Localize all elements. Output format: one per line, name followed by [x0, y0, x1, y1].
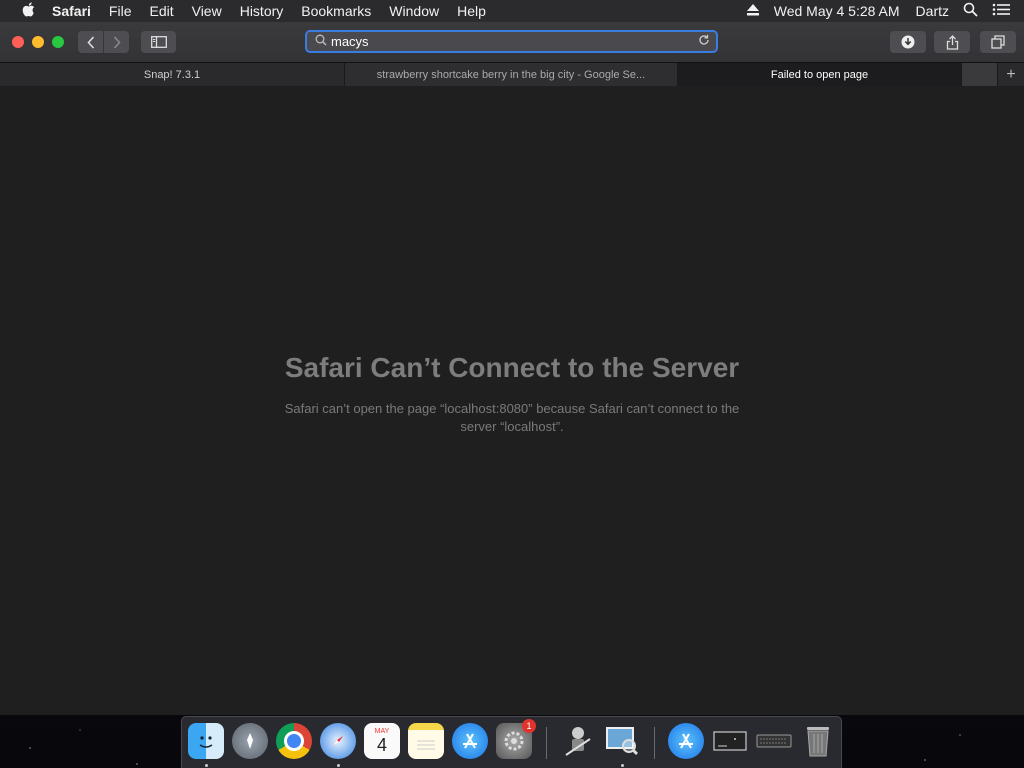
menu-help[interactable]: Help [457, 3, 486, 19]
dock-separator [546, 727, 547, 759]
finder-icon[interactable] [188, 723, 224, 759]
share-icon [946, 34, 958, 50]
safari-icon[interactable] [320, 723, 356, 759]
safari-running-dot [337, 764, 340, 767]
notes-icon[interactable] [408, 723, 444, 759]
tab-label: Snap! 7.3.1 [143, 68, 201, 81]
preview-icon[interactable] [604, 723, 640, 759]
automator-icon[interactable] [560, 723, 596, 759]
back-button[interactable] [78, 31, 103, 53]
apple-menu-icon[interactable] [18, 1, 38, 21]
forward-button[interactable] [104, 31, 129, 53]
plus-icon: + [1006, 65, 1016, 83]
tab-blank[interactable] [962, 63, 998, 86]
tab-label: Failed to open page [770, 68, 869, 81]
menubar-user[interactable]: Dartz [916, 3, 949, 19]
app-store-downloads-icon[interactable] [668, 723, 704, 759]
spotlight-icon[interactable] [963, 2, 978, 20]
calendar-day: 4 [376, 735, 387, 755]
tab-overview-button[interactable] [980, 31, 1016, 53]
sidebar-toggle-button[interactable] [141, 31, 176, 53]
calendar-month: MAY [374, 728, 390, 735]
menu-view[interactable]: View [192, 3, 222, 19]
finder-running-dot [205, 764, 208, 767]
eject-icon[interactable] [746, 3, 760, 19]
keyboard-icon[interactable] [756, 723, 792, 759]
menu-bookmarks[interactable]: Bookmarks [301, 3, 371, 19]
launchpad-icon[interactable] [232, 723, 268, 759]
error-title: Safari Can’t Connect to the Server [284, 352, 740, 383]
reload-icon[interactable] [698, 34, 710, 49]
address-bar[interactable] [305, 30, 718, 53]
chrome-icon[interactable] [276, 723, 312, 759]
menu-history[interactable]: History [240, 3, 284, 19]
dock-separator [654, 727, 655, 759]
sidebar-icon [150, 36, 167, 48]
dock: MAY 4 1 [181, 716, 842, 768]
trash-icon[interactable] [800, 723, 836, 759]
chevron-right-icon [113, 35, 121, 49]
close-window-button[interactable] [12, 36, 24, 48]
screenshot-icon[interactable] [712, 723, 748, 759]
search-icon [315, 33, 329, 51]
tab-google-search[interactable]: strawberry shortcake berry in the big ci… [345, 63, 678, 86]
menu-safari[interactable]: Safari [52, 3, 91, 19]
error-message: Safari can’t open the page “localhost:80… [284, 401, 740, 434]
chevron-left-icon [86, 35, 94, 49]
notification-badge: 1 [522, 719, 536, 733]
toolbar [0, 22, 1024, 62]
calendar-icon[interactable]: MAY 4 [364, 723, 400, 759]
tab-snap[interactable]: Snap! 7.3.1 [0, 63, 345, 86]
safari-window: Snap! 7.3.1 strawberry shortcake berry i… [0, 22, 1024, 715]
tabs-icon [991, 35, 1005, 49]
fullscreen-window-button[interactable] [52, 36, 64, 48]
tab-label: strawberry shortcake berry in the big ci… [376, 68, 646, 81]
menu-edit[interactable]: Edit [149, 3, 173, 19]
downloads-button[interactable] [890, 31, 926, 53]
download-icon [901, 35, 915, 49]
menubar-clock[interactable]: Wed May 4 5:28 AM [774, 3, 900, 19]
system-preferences-icon[interactable]: 1 [496, 719, 536, 759]
menu-file[interactable]: File [109, 3, 132, 19]
notification-center-icon[interactable] [992, 3, 1010, 19]
tab-bar: Snap! 7.3.1 strawberry shortcake berry i… [0, 62, 1024, 86]
new-tab-button[interactable]: + [998, 63, 1024, 86]
minimize-window-button[interactable] [32, 36, 44, 48]
preview-running-dot [621, 764, 624, 767]
app-store-icon[interactable] [452, 723, 488, 759]
share-button[interactable] [934, 31, 970, 53]
page-content: Safari Can’t Connect to the Server Safar… [0, 86, 1024, 715]
address-input[interactable] [329, 34, 693, 49]
menu-bar: Safari File Edit View History Bookmarks … [0, 0, 1024, 22]
menu-window[interactable]: Window [389, 3, 439, 19]
tab-failed-page[interactable]: Failed to open page [678, 63, 962, 86]
